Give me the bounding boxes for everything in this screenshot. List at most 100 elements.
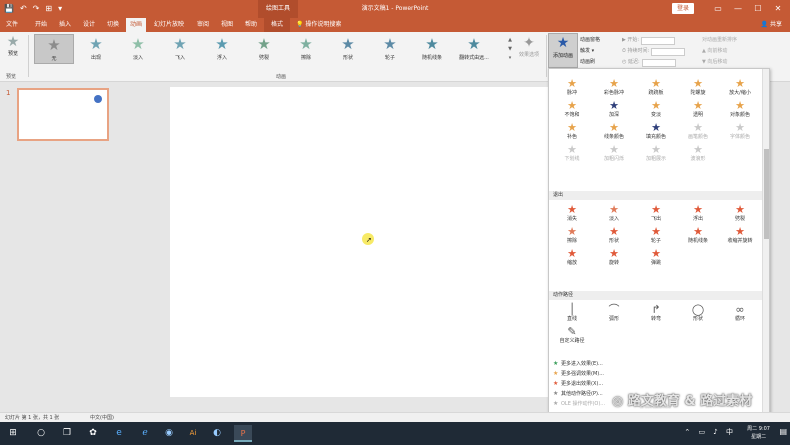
- animation-effect-10[interactable]: ★ 翻转式由远...: [454, 34, 494, 64]
- motion-path-item[interactable]: ↱ 转弯: [635, 303, 677, 324]
- motion-path-item[interactable]: ∞ 循环: [719, 303, 761, 324]
- scroll-down-icon[interactable]: ▼: [506, 45, 514, 54]
- windows-start-icon[interactable]: ⊞: [4, 425, 22, 442]
- ie-browser-icon[interactable]: ℯ: [136, 425, 154, 442]
- exit-item[interactable]: ★ 飞出: [635, 203, 677, 224]
- animation-effect-1[interactable]: ★ 出现: [76, 34, 116, 64]
- exit-item[interactable]: ★ 收缩并旋转: [719, 225, 761, 246]
- app-pinned-icon[interactable]: ✿: [84, 425, 102, 442]
- search-icon[interactable]: ○: [32, 425, 50, 442]
- share-button[interactable]: 👤 共享: [761, 18, 782, 32]
- emphasis-item[interactable]: ★ 填充颜色: [635, 121, 677, 142]
- scroll-up-icon[interactable]: ▲: [506, 36, 514, 45]
- trigger-button[interactable]: 触发 ▾: [580, 46, 620, 57]
- minimize-icon[interactable]: —: [728, 0, 748, 18]
- illustrator-icon[interactable]: Ai: [184, 425, 202, 442]
- slide-canvas[interactable]: ➚: [170, 87, 548, 397]
- ribbon-display-options-icon[interactable]: ▭: [708, 0, 728, 18]
- motion-path-item[interactable]: │ 直线: [551, 303, 593, 324]
- task-view-icon[interactable]: ❐: [58, 425, 76, 442]
- emphasis-item[interactable]: ★ 跷跷板: [635, 77, 677, 98]
- emphasis-item[interactable]: ★ 脉冲: [551, 77, 593, 98]
- tab-design[interactable]: 设计: [78, 18, 100, 32]
- emphasis-item[interactable]: ★ 线条颜色: [593, 121, 635, 142]
- motion-path-item[interactable]: ⌒ 弧形: [593, 303, 635, 324]
- exit-item[interactable]: ★ 擦除: [551, 225, 593, 246]
- exit-item[interactable]: ★ 形状: [593, 225, 635, 246]
- effect-options-button[interactable]: ✦ 效果选项: [514, 34, 544, 66]
- emphasis-item[interactable]: ★ 补色: [551, 121, 593, 142]
- move-later-button[interactable]: ▼ 向后移动: [702, 57, 782, 68]
- tab-slide-show[interactable]: 幻灯片放映: [148, 18, 190, 32]
- exit-item[interactable]: ★ 浮出: [677, 203, 719, 224]
- animation-effect-9[interactable]: ★ 随机线条: [412, 34, 452, 64]
- more-effects-link[interactable]: ★ 更多强调效果(M)...: [549, 369, 763, 379]
- media-app-icon[interactable]: ◉: [160, 425, 178, 442]
- move-earlier-button[interactable]: ▲ 向前移动: [702, 46, 782, 57]
- tab-review[interactable]: 审阅: [192, 18, 214, 32]
- exit-item[interactable]: ★ 淡入: [593, 203, 635, 224]
- system-tray[interactable]: ⌃ ▭ ♪ 中: [684, 427, 736, 437]
- tell-me-search[interactable]: 💡 操作说明搜索: [296, 18, 356, 32]
- exit-item[interactable]: ★ 消失: [551, 203, 593, 224]
- more-icon[interactable]: ▾: [506, 54, 514, 63]
- animation-effect-8[interactable]: ★ 轮子: [370, 34, 410, 64]
- tab-animations[interactable]: 动画: [126, 18, 146, 32]
- exit-item[interactable]: ★ 随机线条: [677, 225, 719, 246]
- emphasis-item[interactable]: ★ 透明: [677, 99, 719, 120]
- exit-item[interactable]: ★ 缩放: [551, 247, 593, 268]
- animation-effect-2[interactable]: ★ 淡入: [118, 34, 158, 64]
- animation-effect-7[interactable]: ★ 形状: [328, 34, 368, 64]
- tab-transitions[interactable]: 切换: [102, 18, 124, 32]
- emphasis-item[interactable]: ★ 变淡: [635, 99, 677, 120]
- emphasis-item[interactable]: ★ 不饱和: [551, 99, 593, 120]
- animation-effect-0[interactable]: ★ 无: [34, 34, 74, 64]
- motion-path-item[interactable]: ✎ 自定义路径: [551, 325, 593, 346]
- tab-format[interactable]: 格式: [264, 18, 290, 32]
- add-animation-button[interactable]: ★ 添加动画: [548, 33, 578, 68]
- more-effects-link[interactable]: ★ 更多退出效果(X)...: [549, 379, 763, 389]
- slide-thumbnail[interactable]: [17, 88, 109, 141]
- duration-input[interactable]: [651, 47, 686, 56]
- gallery-scrollbar[interactable]: [762, 69, 769, 415]
- tab-view[interactable]: 视图: [216, 18, 238, 32]
- animation-effect-4[interactable]: ★ 浮入: [202, 34, 242, 64]
- exit-item[interactable]: ★ 旋转: [593, 247, 635, 268]
- tab-home[interactable]: 开始: [30, 18, 52, 32]
- animation-pane-button[interactable]: 动画窗格: [580, 35, 620, 46]
- maximize-icon[interactable]: ☐: [748, 0, 768, 18]
- login-button[interactable]: 登录: [672, 3, 694, 14]
- gallery-scroll-thumb[interactable]: [764, 149, 769, 239]
- emphasis-item[interactable]: ★ 放大/缩小: [719, 77, 761, 98]
- powerpoint-taskbar-icon[interactable]: P: [234, 425, 252, 442]
- motion-path-section-header: 动作路径: [549, 291, 763, 300]
- preview-button[interactable]: ★ 预览: [2, 34, 24, 70]
- edge-browser-icon[interactable]: e: [110, 425, 128, 442]
- animation-effect-6[interactable]: ★ 擦除: [286, 34, 326, 64]
- tab-file[interactable]: 文件: [4, 18, 20, 32]
- animation-effect-5[interactable]: ★ 劈裂: [244, 34, 284, 64]
- notification-icon[interactable]: ▤: [779, 427, 787, 436]
- system-clock[interactable]: 周二 9:07 星期二: [747, 425, 770, 441]
- emphasis-item[interactable]: ★ 彩色脉冲: [593, 77, 635, 98]
- browser-app-icon[interactable]: ◐: [208, 425, 226, 442]
- start-select[interactable]: [641, 36, 676, 45]
- exit-item[interactable]: ★ 弹跳: [635, 247, 677, 268]
- tab-help[interactable]: 帮助: [240, 18, 262, 32]
- emphasis-item[interactable]: ★ 陀螺旋: [677, 77, 719, 98]
- more-effects-link[interactable]: ★ 更多进入效果(E)...: [549, 359, 763, 369]
- gallery-scroll-arrows[interactable]: ▲ ▼ ▾: [506, 36, 514, 64]
- emphasis-label: 加深: [608, 112, 619, 118]
- tab-insert[interactable]: 插入: [54, 18, 76, 32]
- animation-effect-3[interactable]: ★ 飞入: [160, 34, 200, 64]
- close-icon[interactable]: ✕: [768, 0, 788, 18]
- exit-item[interactable]: ★ 轮子: [635, 225, 677, 246]
- animation-painter-button[interactable]: 动画刷: [580, 57, 620, 68]
- motion-path-item[interactable]: ◯ 形状: [677, 303, 719, 324]
- emphasis-star-icon: ★: [735, 99, 745, 112]
- emphasis-item[interactable]: ★ 对象颜色: [719, 99, 761, 120]
- exit-item[interactable]: ★ 劈裂: [719, 203, 761, 224]
- emphasis-item[interactable]: ★ 加深: [593, 99, 635, 120]
- delay-input[interactable]: [641, 58, 676, 67]
- link-label: 其他动作路径(P)...: [561, 391, 603, 397]
